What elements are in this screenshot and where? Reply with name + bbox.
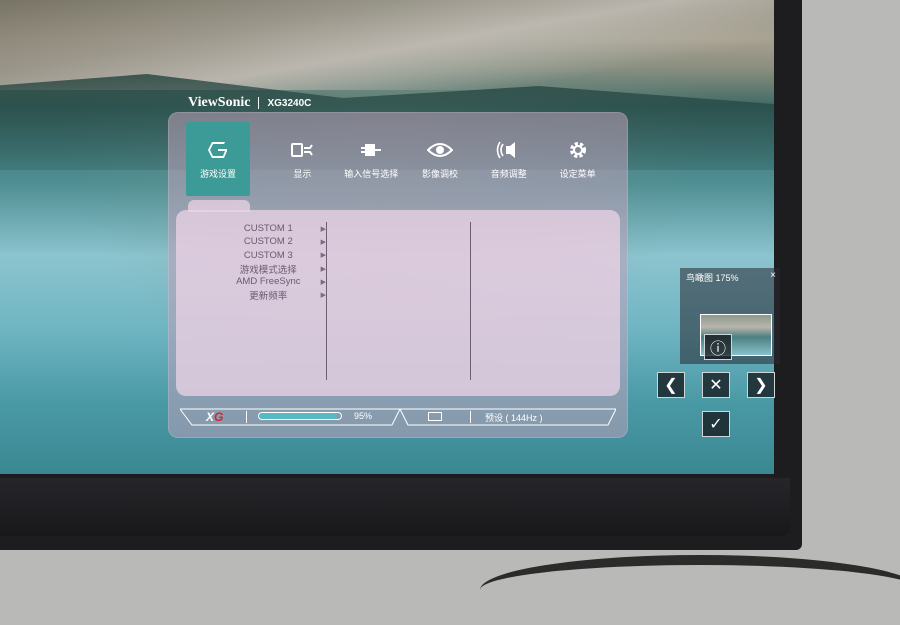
close-button[interactable]: ✕ (702, 372, 730, 398)
tab-label: 显示 (293, 168, 312, 179)
brand-model: XG3240C (267, 97, 312, 109)
cable (480, 555, 900, 625)
status-divider (470, 411, 471, 423)
panel-tab-notch (188, 200, 250, 212)
display-tools-icon (289, 139, 315, 161)
submenu-list: CUSTOM 1 ▶ CUSTOM 2 ▶ CUSTOM 3 ▶ 游戏模式选择 … (216, 222, 326, 302)
confirm-button[interactable]: ✓ (702, 411, 730, 437)
tab-game-settings[interactable]: 游戏设置 (186, 122, 250, 196)
logo-g: G (214, 410, 224, 424)
gear-icon (565, 139, 591, 161)
menu-item-custom-2[interactable]: CUSTOM 2 ▶ (216, 235, 326, 248)
tab-audio-adjust[interactable]: 音频调整 (476, 122, 541, 196)
tab-label: 设定菜单 (559, 168, 596, 179)
status-bar: XG 95% 预设 ( 144Hz ) (180, 408, 616, 426)
brand-header: ViewSonic XG3240C (188, 95, 311, 111)
aspect-ratio-icon (428, 412, 442, 421)
tab-label: 音频调整 (490, 168, 527, 179)
tab-label: 游戏设置 (199, 168, 236, 179)
menu-item-label: AMD FreeSync (236, 276, 301, 288)
close-icon: ✕ (709, 377, 723, 394)
birdseye-caption: 鸟瞰图 175% (686, 273, 739, 283)
tab-display[interactable]: 显示 (270, 122, 335, 196)
menu-item-label: 游戏模式选择 (239, 264, 297, 276)
tab-label: 影像调校 (421, 168, 458, 179)
chevron-right-icon: ❯ (754, 377, 768, 394)
chevron-left-icon: ❮ (664, 377, 678, 394)
osd-tabs: 游戏设置 显示 输入信号选择 影像调校 音频调整 设定菜单 (186, 122, 610, 196)
menu-item-custom-3[interactable]: CUSTOM 3 ▶ (216, 249, 326, 262)
game-g-icon (205, 139, 231, 161)
tab-setup-menu[interactable]: 设定菜单 (545, 122, 610, 196)
menu-item-label: CUSTOM 2 (243, 236, 293, 248)
logo-x: X (206, 410, 215, 424)
status-divider (246, 411, 247, 423)
menu-item-label: 更新频率 (249, 291, 288, 303)
progress-fill (259, 413, 337, 419)
input-plug-icon (358, 139, 384, 161)
menu-item-custom-1[interactable]: CUSTOM 1 ▶ (216, 222, 326, 235)
info-icon: ⓘ (709, 341, 726, 358)
preset-refresh: 预设 ( 144Hz ) (485, 413, 543, 423)
right-button[interactable]: ❯ (747, 372, 775, 398)
xg-logo: XG (206, 410, 223, 424)
check-icon: ✓ (709, 416, 723, 433)
progress-bar (258, 412, 342, 420)
monitor-bezel (0, 478, 790, 536)
left-button[interactable]: ❮ (657, 372, 685, 398)
osd-menu: 游戏设置 显示 输入信号选择 影像调校 音频调整 设定菜单 CUSTOM 1 ▶… (168, 112, 628, 438)
menu-item-refresh-rate[interactable]: 更新频率 ▶ (216, 288, 326, 303)
eye-icon (426, 139, 453, 161)
tab-label: 输入信号选择 (344, 168, 399, 179)
progress-percent: 95% (354, 411, 373, 421)
tab-input-select[interactable]: 输入信号选择 (339, 122, 404, 196)
menu-item-game-mode[interactable]: 游戏模式选择 ▶ (216, 262, 326, 276)
brand-separator (258, 97, 260, 109)
close-icon[interactable]: × (770, 270, 776, 281)
menu-item-freesync[interactable]: AMD FreeSync ▶ (216, 275, 326, 288)
info-button[interactable]: ⓘ (704, 334, 732, 360)
menu-item-label: CUSTOM 3 (243, 249, 293, 261)
column-divider (470, 222, 471, 380)
brand-name: ViewSonic (188, 95, 251, 110)
speaker-icon (496, 139, 522, 161)
submenu-panel: CUSTOM 1 ▶ CUSTOM 2 ▶ CUSTOM 3 ▶ 游戏模式选择 … (176, 200, 620, 396)
menu-item-label: CUSTOM 1 (243, 223, 293, 235)
column-divider (326, 222, 327, 380)
tab-image-adjust[interactable]: 影像调校 (408, 122, 473, 196)
